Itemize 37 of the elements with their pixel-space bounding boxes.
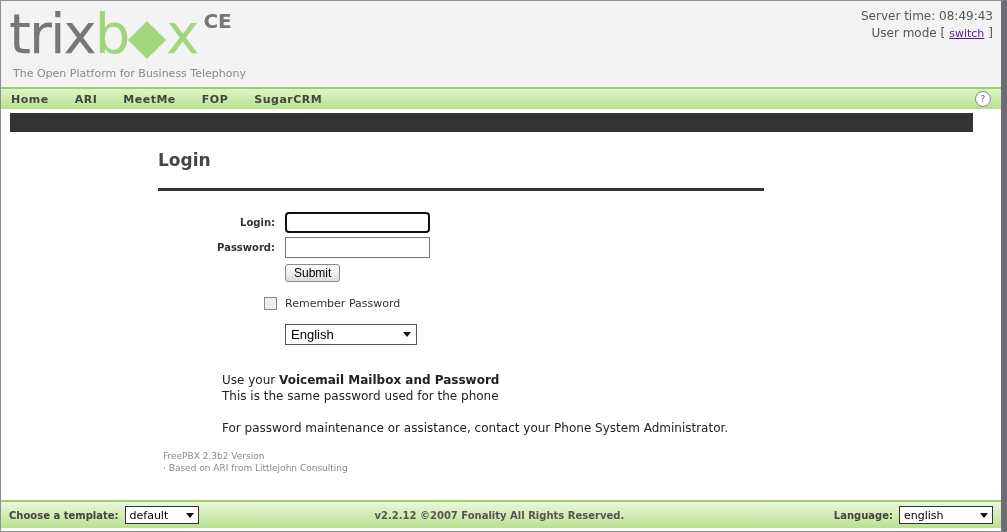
- logo-wordmark: x: [166, 3, 198, 65]
- language-select[interactable]: English: [285, 324, 417, 345]
- bracket-text: ]: [988, 26, 993, 40]
- diamond-icon: [128, 21, 167, 59]
- nav-link[interactable]: SugarCRM: [254, 92, 323, 106]
- info-text: For password maintenance or assistance, contact your Phone System Administrator.: [222, 420, 730, 436]
- caret-icon: [980, 512, 988, 518]
- copyright-text: v2.2.12 ©2007 Fonality All Rights Reserved.: [374, 509, 625, 521]
- nav-link[interactable]: MeetMe: [123, 92, 176, 106]
- input-field[interactable]: [285, 237, 430, 258]
- caret-icon: [185, 512, 194, 518]
- submit-button[interactable]: Submit: [285, 264, 341, 282]
- login-heading: Login: [158, 150, 764, 191]
- switch-link[interactable]: switch: [949, 27, 985, 40]
- credit-text: · Based on ARI from Littlejohn Consulting: [163, 462, 349, 474]
- tagline: The Open Platform for Business Telephony: [13, 67, 246, 80]
- language-label: Language:: [833, 509, 893, 521]
- template-select[interactable]: default: [124, 506, 199, 524]
- info-text: Use your Voicemail Mailbox and Password: [222, 372, 501, 388]
- logo-suffix: CE: [203, 8, 232, 35]
- language-select[interactable]: english: [899, 506, 993, 524]
- server-time: Server time: 08:49:43: [860, 9, 993, 23]
- field-label: Password:: [216, 242, 275, 253]
- info-text: This is the same password used for the phone: [222, 388, 500, 404]
- nav-link[interactable]: Home: [11, 92, 49, 106]
- nav-link[interactable]: ARI: [74, 92, 98, 106]
- checkbox[interactable]: [264, 297, 277, 310]
- checkbox-label: Remember Password: [285, 297, 401, 310]
- user-mode-label: User mode [: [871, 26, 946, 40]
- help-button[interactable]: ?: [975, 91, 991, 107]
- caret-icon: [403, 332, 411, 337]
- credit-text: FreePBX 2.3b2 Version: [163, 450, 266, 462]
- template-label: Choose a template:: [9, 509, 119, 521]
- nav-link[interactable]: FOP: [201, 92, 229, 106]
- input-field[interactable]: [285, 212, 430, 233]
- field-label: Login:: [239, 217, 275, 228]
- logo-wordmark: trixb: [9, 3, 129, 65]
